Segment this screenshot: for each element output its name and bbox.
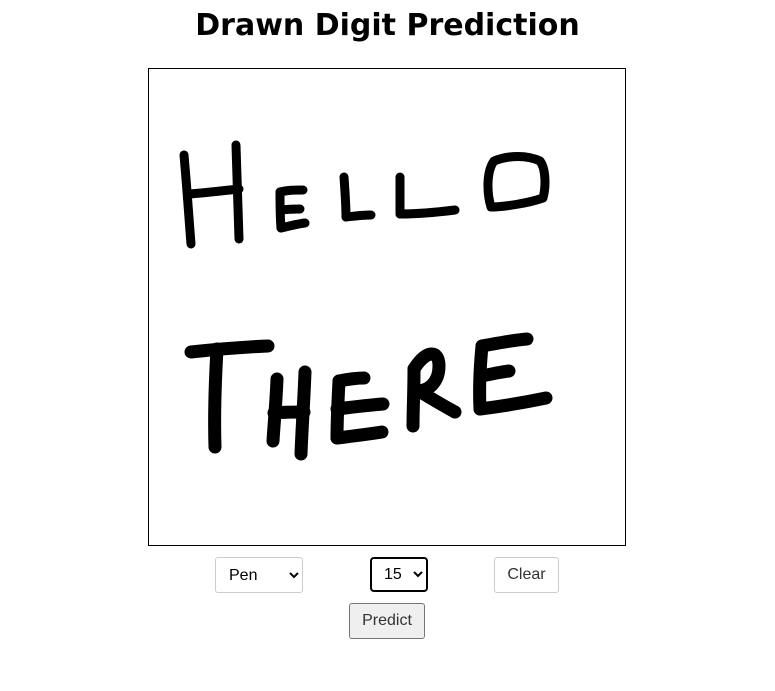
handwriting-hello bbox=[179, 140, 550, 249]
stroke-l2-foot bbox=[395, 205, 460, 219]
stroke-h2-bar bbox=[267, 405, 311, 420]
stroke-r-stem bbox=[406, 362, 421, 433]
drawing-canvas[interactable] bbox=[148, 68, 626, 546]
stroke-e3-top bbox=[475, 332, 534, 353]
stroke-e3-mid bbox=[474, 364, 516, 383]
page-title: Drawn Digit Prediction bbox=[195, 8, 580, 43]
stroke-h-bar bbox=[184, 184, 244, 199]
predict-button[interactable]: Predict bbox=[349, 603, 425, 639]
stroke-e2-top bbox=[332, 371, 371, 388]
clear-button[interactable]: Clear bbox=[494, 557, 559, 593]
drawing-surface[interactable] bbox=[149, 69, 625, 545]
stroke-e3-bottom bbox=[473, 391, 553, 416]
stroke-t1-stem bbox=[208, 342, 224, 454]
stroke-e2-bottom bbox=[330, 425, 389, 445]
stroke-t1-top bbox=[184, 339, 275, 359]
tool-select[interactable]: Pen bbox=[215, 557, 303, 593]
stroke-o bbox=[483, 152, 550, 212]
stroke-e1-bottom bbox=[276, 218, 310, 233]
stroke-l1-foot bbox=[341, 210, 376, 222]
handwriting-there bbox=[184, 332, 553, 461]
stroke-e2-mid bbox=[330, 397, 390, 416]
stroke-h-left bbox=[179, 150, 196, 249]
page: Drawn Digit Prediction Pen 15 Clear Pred… bbox=[0, 0, 775, 691]
stroke-e1-top bbox=[275, 185, 308, 197]
stroke-r-leg bbox=[412, 384, 462, 419]
stroke-l1-spine bbox=[339, 172, 351, 222]
brush-size-select[interactable]: 15 bbox=[370, 557, 428, 592]
stroke-e1-mid bbox=[277, 204, 305, 215]
